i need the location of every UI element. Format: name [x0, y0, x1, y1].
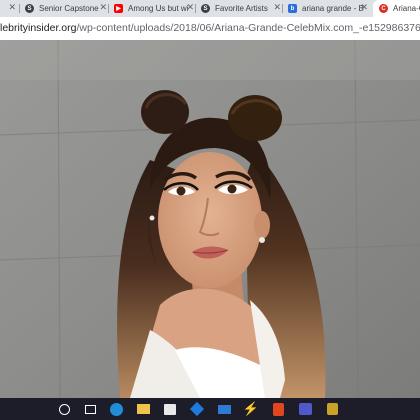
tab-strip: ✕ S Senior Capstone ✕ ▶ Among Us but wi …	[0, 0, 420, 17]
close-icon[interactable]: ✕	[360, 2, 368, 13]
image-viewport	[0, 40, 420, 398]
app-icon[interactable]	[324, 401, 340, 417]
dropbox-icon[interactable]	[189, 401, 205, 417]
file-explorer-icon[interactable]	[135, 401, 151, 417]
close-icon[interactable]: ✕	[273, 2, 281, 13]
mail-icon[interactable]	[216, 401, 232, 417]
teams-icon[interactable]	[297, 401, 313, 417]
address-bar[interactable]: lebrityinsider.org/wp-content/uploads/20…	[0, 17, 420, 41]
tab-0[interactable]: ✕	[0, 0, 20, 17]
bing-icon: b	[288, 4, 297, 13]
tab-divider	[195, 4, 196, 13]
tab-senior-capstone[interactable]: S Senior Capstone ✕	[22, 0, 111, 17]
tab-divider	[108, 4, 109, 13]
tab-active-image[interactable]: C Ariana-G	[373, 0, 420, 17]
close-icon[interactable]: ✕	[99, 2, 107, 13]
store-icon[interactable]	[162, 401, 178, 417]
cortana-icon[interactable]	[56, 401, 72, 417]
arrow-app-icon[interactable]: ⚡	[243, 401, 259, 417]
tab-among-us[interactable]: ▶ Among Us but wi ✕	[111, 0, 198, 17]
photo	[0, 40, 420, 398]
url-text[interactable]: lebrityinsider.org/wp-content/uploads/20…	[0, 22, 420, 34]
close-icon[interactable]: ✕	[8, 2, 16, 13]
youtube-icon: ▶	[114, 4, 123, 13]
tab-title: Ariana-G	[393, 4, 420, 13]
taskbar: ⚡	[0, 398, 420, 420]
tab-divider	[282, 4, 283, 13]
url-path: /wp-content/uploads/2018/06/Ariana-Grand…	[76, 22, 420, 34]
task-view-icon[interactable]	[82, 401, 98, 417]
tab-ariana-bing[interactable]: b ariana grande - B ✕	[285, 0, 372, 17]
close-icon[interactable]: ✕	[186, 2, 194, 13]
tab-favorite-artists[interactable]: S Favorite Artists ✕	[198, 0, 285, 17]
url-host: lebrityinsider.org	[0, 22, 77, 34]
celebmix-icon: C	[379, 4, 388, 13]
favorites-icon: S	[201, 4, 210, 13]
tab-divider	[19, 4, 20, 13]
edge-icon[interactable]	[108, 401, 124, 417]
office-icon[interactable]	[270, 401, 286, 417]
capstone-icon: S	[25, 4, 34, 13]
